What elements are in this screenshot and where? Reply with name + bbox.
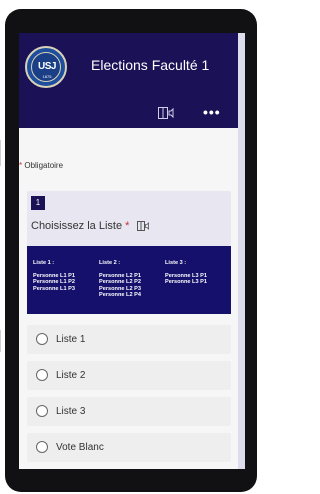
radio-option-liste-1[interactable]: Liste 1 (27, 325, 231, 354)
list-heading: Liste 1 : (33, 260, 55, 266)
question-title: Choisissez la Liste * (31, 220, 149, 232)
required-star: * (19, 161, 23, 170)
list-column: Liste 2 : Personne L2 P1 Personne L2 P2 … (99, 260, 163, 299)
radio-option-vote-blanc[interactable]: Vote Blanc (27, 433, 231, 462)
list-heading: Liste 3 : (165, 260, 187, 266)
list-column: Liste 1 : Personne L1 P1 Personne L1 P2 … (33, 260, 97, 292)
radio-option-liste-2[interactable]: Liste 2 (27, 361, 231, 390)
radio-button[interactable] (36, 333, 48, 345)
candidate-name: Personne L3 P1 (165, 279, 207, 285)
scrollbar[interactable] (238, 33, 245, 469)
list-column: Liste 3 : Personne L3 P1 Personne L3 P1 (165, 260, 229, 286)
more-icon[interactable]: ••• (203, 105, 221, 119)
list-heading: Liste 2 : (99, 260, 121, 266)
question-required-star: * (125, 220, 130, 232)
radio-button[interactable] (36, 405, 48, 417)
option-label: Liste 2 (56, 370, 86, 381)
candidate-name: Personne L2 P4 (99, 292, 141, 298)
question-number: 1 (31, 196, 45, 210)
candidate-lists-image: Liste 1 : Personne L1 P1 Personne L1 P2 … (27, 246, 231, 314)
logo-seal: USJ 1875 (31, 52, 61, 82)
immersive-reader-icon[interactable] (158, 107, 174, 119)
radio-option-liste-3[interactable]: Liste 3 (27, 397, 231, 426)
option-label: Liste 1 (56, 334, 86, 345)
radio-button[interactable] (36, 441, 48, 453)
form-body: * Obligatoire 1 Choisissez la Liste * Li… (19, 128, 238, 469)
radio-button[interactable] (36, 369, 48, 381)
phone-frame: USJ 1875 Elections Faculté 1 ••• * Oblig… (5, 9, 257, 492)
logo-year: 1875 (42, 74, 52, 79)
question-title-text: Choisissez la Liste (31, 220, 123, 232)
option-label: Liste 3 (56, 406, 86, 417)
form-header: USJ 1875 Elections Faculté 1 ••• (19, 33, 245, 128)
university-logo: USJ 1875 (25, 46, 67, 88)
option-label: Vote Blanc (56, 442, 104, 453)
logo-text: USJ (38, 61, 56, 72)
candidate-name: Personne L1 P3 (33, 285, 75, 292)
phone-screen: USJ 1875 Elections Faculté 1 ••• * Oblig… (19, 33, 245, 469)
background-divider (0, 330, 1, 352)
required-note: * Obligatoire (19, 161, 63, 170)
background-divider (0, 140, 1, 166)
question-card: 1 Choisissez la Liste * Liste 1 : Person… (27, 191, 231, 314)
immersive-reader-icon[interactable] (136, 221, 149, 232)
form-title: Elections Faculté 1 (91, 57, 210, 73)
required-text: Obligatoire (24, 161, 64, 170)
